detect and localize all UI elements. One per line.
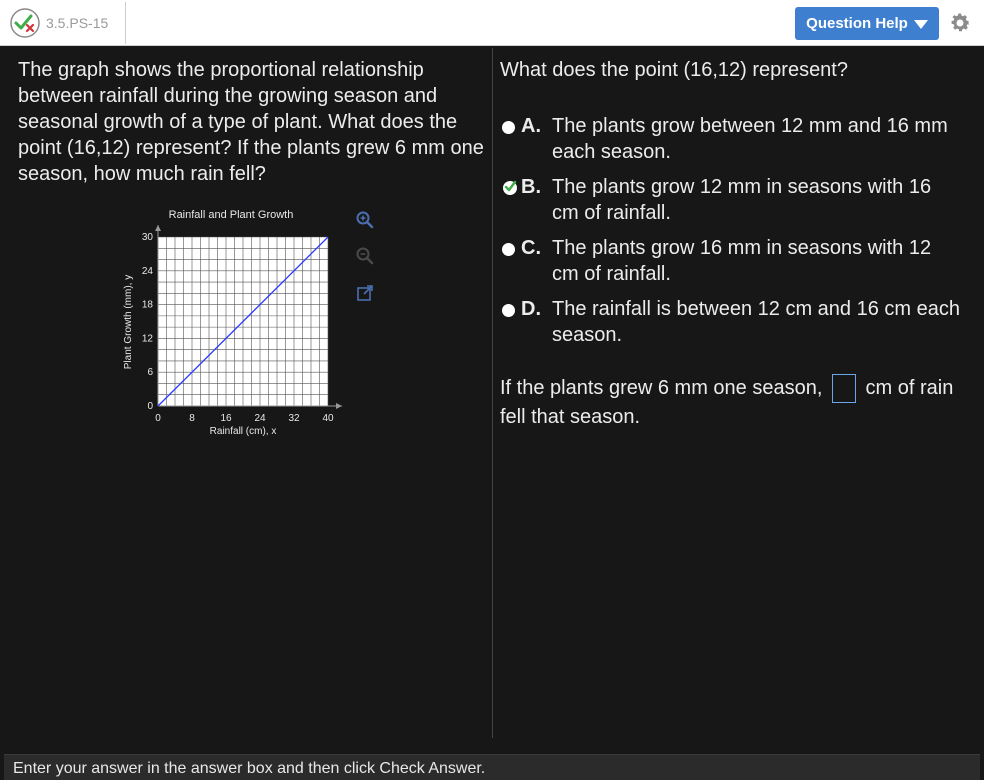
option-letter: B.	[521, 176, 541, 198]
question-help-label: Question Help	[806, 15, 908, 32]
popout-icon[interactable]	[355, 283, 375, 303]
answer-input[interactable]	[831, 374, 856, 404]
x-tick-label: 8	[189, 413, 195, 424]
option-d[interactable]: D. The rainfall is between 12 cm and 16 …	[500, 296, 970, 350]
option-letter: C.	[521, 237, 541, 259]
question-id: 3.5.PS-15	[46, 15, 109, 31]
option-text: The rainfall is between 12 cm and 16 cm …	[552, 298, 960, 346]
selected-check-icon[interactable]	[500, 177, 520, 197]
chevron-down-icon	[913, 20, 928, 29]
x-tick-label: 16	[220, 413, 232, 424]
right-question: What does the point (16,12) represent?	[500, 59, 848, 81]
question-help-button[interactable]: Question Help	[795, 7, 939, 40]
gear-icon[interactable]	[948, 11, 972, 35]
radio-button[interactable]	[502, 121, 515, 134]
option-c[interactable]: C. The plants grow 16 mm in seasons with…	[500, 235, 970, 289]
check-x-icon	[10, 8, 40, 38]
radio-button[interactable]	[502, 243, 515, 256]
chart-xlabel: Rainfall (cm), x	[210, 426, 277, 437]
zoom-out-icon[interactable]	[355, 246, 375, 266]
instruction-footer: Enter your answer in the answer box and …	[4, 754, 980, 780]
option-text: The plants grow 12 mm in seasons with 16…	[552, 176, 932, 224]
y-tick-label: 18	[142, 300, 154, 311]
y-axis-arrow	[155, 225, 161, 231]
x-axis-arrow	[336, 403, 342, 409]
x-tick-label: 40	[322, 413, 334, 424]
option-text: The plants grow between 12 mm and 16 mm …	[552, 115, 948, 163]
question-prompt: The graph shows the proportional relatio…	[18, 59, 484, 185]
question-id-box: 3.5.PS-15	[2, 2, 126, 44]
y-tick-label: 0	[147, 401, 153, 412]
y-tick-label: 30	[142, 232, 154, 243]
option-letter: D.	[521, 298, 541, 320]
y-tick-label: 12	[142, 333, 154, 344]
x-tick-label: 0	[155, 413, 161, 424]
rainfall-growth-graph: Rainfall and Plant Growth 0 8 16 24 32 40 0 6 12…	[123, 209, 342, 437]
y-tick-label: 24	[142, 266, 154, 277]
option-text: The plants grow 16 mm in seasons with 12…	[552, 237, 932, 285]
panel-divider	[492, 48, 493, 738]
x-tick-label: 24	[254, 413, 266, 424]
fill-text-before: If the plants grew 6 mm one season,	[500, 377, 823, 399]
option-b[interactable]: B. The plants grow 12 mm in seasons with…	[500, 174, 970, 228]
fill-in-question: If the plants grew 6 mm one season, cm o…	[500, 374, 970, 432]
chart-ylabel: Plant Growth (mm), y	[123, 275, 134, 369]
zoom-in-icon[interactable]	[355, 210, 375, 230]
option-a[interactable]: A. The plants grow between 12 mm and 16 …	[500, 113, 970, 167]
y-tick-label: 6	[147, 367, 153, 378]
top-bar: 3.5.PS-15 Question Help	[0, 0, 984, 46]
chart-title: Rainfall and Plant Growth	[169, 209, 294, 221]
radio-button[interactable]	[502, 304, 515, 317]
option-letter: A.	[521, 115, 541, 137]
x-tick-label: 32	[288, 413, 300, 424]
